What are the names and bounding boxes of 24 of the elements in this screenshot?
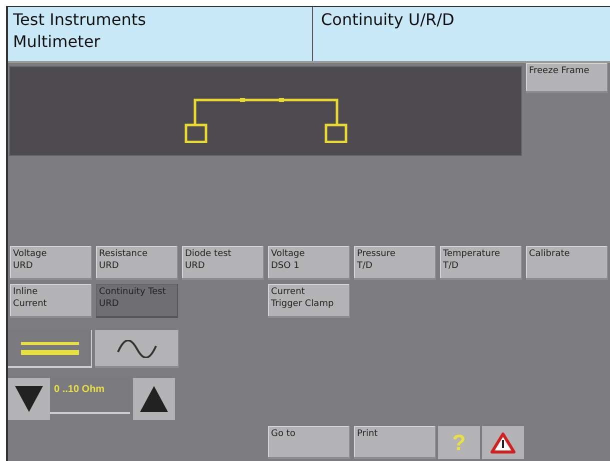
freeze-frame-button[interactable]: Freeze Frame (526, 63, 608, 93)
warning-icon (490, 432, 516, 454)
print-button[interactable]: Print (354, 426, 436, 459)
down-triangle-icon (15, 386, 43, 412)
function-button[interactable]: Calibrate (526, 246, 608, 280)
go-to-button[interactable]: Go to (268, 426, 350, 459)
instrument-title: Test Instruments Multimeter (12, 9, 147, 53)
range-up-button[interactable] (133, 378, 175, 420)
mode-title: Continuity U/R/D (312, 7, 610, 61)
function-button[interactable]: Diode test URD (182, 246, 264, 280)
function-button[interactable]: Voltage URD (10, 246, 92, 280)
dc-lines-icon (21, 342, 79, 356)
up-triangle-icon (140, 386, 168, 412)
range-down-button[interactable] (8, 378, 50, 420)
function-button[interactable]: Current Trigger Clamp (268, 284, 350, 318)
function-button[interactable]: Voltage DSO 1 (268, 246, 350, 280)
ac-mode-button[interactable] (95, 330, 179, 368)
function-button[interactable]: Temperature T/D (440, 246, 522, 280)
function-button[interactable]: Resistance URD (96, 246, 178, 280)
function-button[interactable]: Inline Current (10, 284, 92, 318)
warning-button[interactable] (482, 426, 524, 459)
function-button[interactable]: Pressure T/D (354, 246, 436, 280)
sine-wave-icon (117, 340, 157, 358)
dc-mode-button[interactable] (8, 330, 92, 368)
